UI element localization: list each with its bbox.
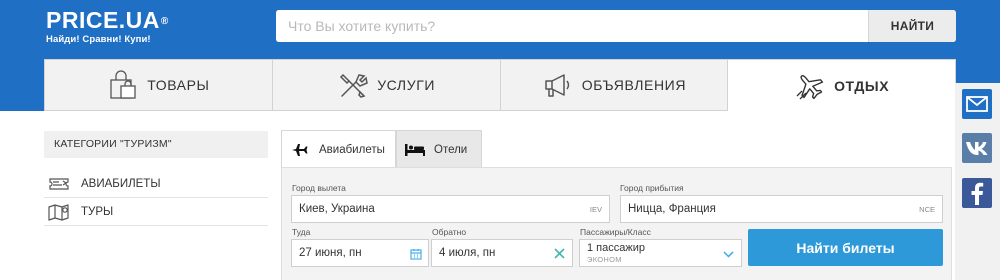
map-icon [47,202,71,222]
facebook-icon[interactable] [962,178,992,208]
tab-leisure[interactable]: ОТДЫХ [727,59,956,111]
tab-goods[interactable]: ТОВАРЫ [44,59,272,111]
search-bar: НАЙТИ [276,10,956,42]
tab-flights-label: Авиабилеты [319,143,385,156]
search-input[interactable] [276,10,868,42]
return-value: 4 июля, пн [439,247,496,259]
depart-value: 27 июня, пн [299,247,362,259]
tab-ads-label: ОБЪЯВЛЕНИЯ [581,77,687,93]
passengers-label: Пассажиры/Класс [580,227,651,237]
category-nav: ТОВАРЫ УСЛУГИ ОБЪЯВЛЕНИЯ ОТДЫХ [44,59,956,111]
category-flights[interactable]: АВИАБИЛЕТЫ [44,171,268,198]
tab-services-label: УСЛУГИ [377,77,436,93]
bed-icon [404,143,426,157]
mail-icon[interactable] [962,89,992,119]
megaphone-icon [542,69,574,101]
category-tours[interactable]: ТУРЫ [44,199,268,226]
search-button[interactable]: НАЙТИ [868,10,956,42]
from-label: Город вылета [292,183,346,193]
tools-icon [337,69,369,101]
shopping-bag-icon [107,69,139,101]
to-value: Ницца, Франция [628,203,716,215]
to-field[interactable]: Ницца, Франция NCE [620,195,943,223]
tab-services[interactable]: УСЛУГИ [271,59,500,111]
airplane-icon [291,142,309,158]
to-code: NCE [919,205,935,214]
tab-hotels-label: Отели [434,143,468,156]
from-value: Киев, Украина [299,203,375,215]
logo[interactable]: PRICE.UA® Найди! Сравни! Купи! [46,8,169,45]
tab-leisure-label: ОТДЫХ [834,77,890,94]
vk-icon[interactable] [962,133,992,163]
return-date-field[interactable]: 4 июля, пн [431,239,573,267]
calendar-icon[interactable] [408,246,423,261]
passengers-value: 1 пассажир [587,242,645,254]
logo-registered-mark: ® [160,16,169,27]
find-tickets-button[interactable]: Найти билеты [748,229,943,266]
category-flights-label: АВИАБИЛЕТЫ [81,178,161,190]
ticket-icon [47,174,71,194]
to-label: Город прибытия [620,183,684,193]
airplane-icon [794,70,826,102]
tab-hotels[interactable]: Отели [396,130,482,168]
from-code: IEV [589,205,602,214]
class-value: эконом [587,255,622,264]
return-label: Обратно [432,227,467,237]
chevron-down-icon [721,247,736,262]
clear-icon[interactable] [552,246,567,261]
tab-ads[interactable]: ОБЪЯВЛЕНИЯ [499,59,728,111]
depart-date-field[interactable]: 27 июня, пн [291,239,429,267]
depart-label: Туда [292,227,311,237]
category-tours-label: ТУРЫ [81,206,114,218]
tab-flights[interactable]: Авиабилеты [281,130,396,168]
logo-text: PRICE.UA [46,7,160,33]
tab-goods-label: ТОВАРЫ [147,77,210,93]
logo-tagline: Найди! Сравни! Купи! [46,34,151,45]
passengers-select[interactable]: 1 пассажир эконом [579,239,742,267]
categories-title: КАТЕГОРИИ "ТУРИЗМ" [44,131,268,158]
from-field[interactable]: Киев, Украина IEV [291,195,610,223]
